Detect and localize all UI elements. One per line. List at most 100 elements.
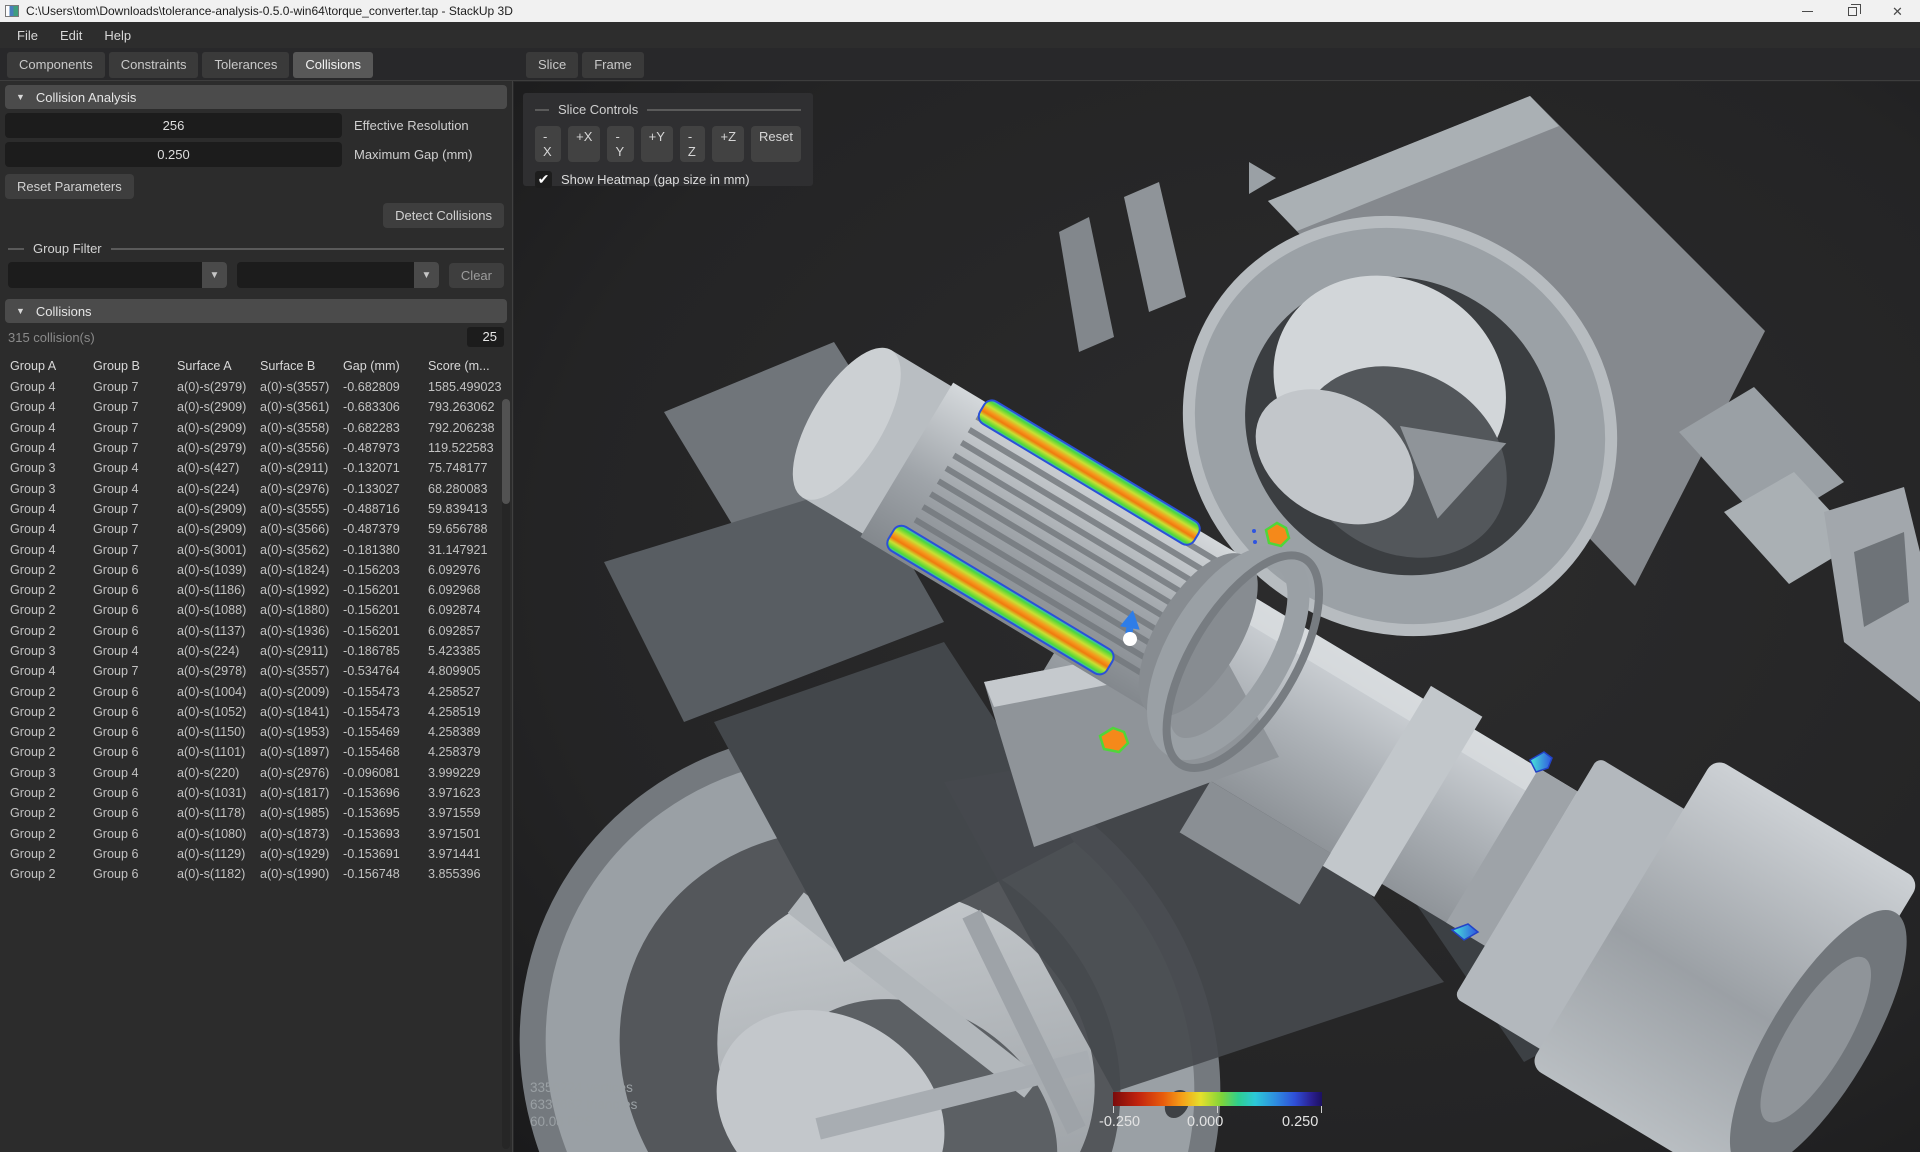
group-filter-combo-a[interactable]: ▼ xyxy=(8,262,227,288)
table-cell: -0.186785 xyxy=(343,644,428,658)
collisions-header[interactable]: ▼ Collisions xyxy=(5,299,507,323)
table-row[interactable]: Group 2Group 6a(0)-s(1039)a(0)-s(1824)-0… xyxy=(0,560,512,580)
tab-frame[interactable]: Frame xyxy=(582,52,644,78)
group-filter-combo-b[interactable]: ▼ xyxy=(237,262,439,288)
collision-analysis-title: Collision Analysis xyxy=(36,90,136,105)
slice-minus-x-button[interactable]: -X xyxy=(535,126,561,162)
table-cell: a(0)-s(3558) xyxy=(260,421,343,435)
table-row[interactable]: Group 4Group 7a(0)-s(2909)a(0)-s(3558)-0… xyxy=(0,418,512,438)
column-header[interactable]: Score (m... xyxy=(428,359,512,373)
table-row[interactable]: Group 2Group 6a(0)-s(1031)a(0)-s(1817)-0… xyxy=(0,783,512,803)
table-cell: 4.258519 xyxy=(428,705,512,719)
table-row[interactable]: Group 4Group 7a(0)-s(2909)a(0)-s(3561)-0… xyxy=(0,397,512,417)
table-cell: 59.656788 xyxy=(428,522,512,536)
table-row[interactable]: Group 2Group 6a(0)-s(1101)a(0)-s(1897)-0… xyxy=(0,742,512,762)
table-cell: 3.971559 xyxy=(428,806,512,820)
table-cell: Group 6 xyxy=(93,827,177,841)
page-size-input[interactable]: 25 xyxy=(467,327,504,347)
slice-plus-x-button[interactable]: +X xyxy=(568,126,600,162)
table-cell: a(0)-s(1178) xyxy=(177,806,260,820)
slice-minus-z-button[interactable]: -Z xyxy=(680,126,706,162)
vertex-count: 3356224 vertices xyxy=(530,1079,637,1096)
table-row[interactable]: Group 2Group 6a(0)-s(1150)a(0)-s(1953)-0… xyxy=(0,722,512,742)
column-header[interactable]: Surface A xyxy=(177,359,260,373)
table-row[interactable]: Group 2Group 6a(0)-s(1080)a(0)-s(1873)-0… xyxy=(0,824,512,844)
table-cell: -0.156201 xyxy=(343,603,428,617)
slice-plus-y-button[interactable]: +Y xyxy=(641,126,673,162)
table-row[interactable]: Group 2Group 6a(0)-s(1129)a(0)-s(1929)-0… xyxy=(0,844,512,864)
table-row[interactable]: Group 4Group 7a(0)-s(2979)a(0)-s(3557)-0… xyxy=(0,377,512,397)
table-row[interactable]: Group 3Group 4a(0)-s(220)a(0)-s(2976)-0.… xyxy=(0,763,512,783)
table-cell: a(0)-s(1129) xyxy=(177,847,260,861)
slice-plus-z-button[interactable]: +Z xyxy=(712,126,744,162)
viewport-canvas[interactable] xyxy=(514,82,1920,1152)
column-header[interactable]: Group B xyxy=(93,359,177,373)
table-cell: a(0)-s(3001) xyxy=(177,543,260,557)
table-row[interactable]: Group 2Group 6a(0)-s(1052)a(0)-s(1841)-0… xyxy=(0,702,512,722)
table-row[interactable]: Group 2Group 6a(0)-s(1182)a(0)-s(1990)-0… xyxy=(0,864,512,884)
table-row[interactable]: Group 4Group 7a(0)-s(3001)a(0)-s(3562)-0… xyxy=(0,539,512,559)
table-cell: Group 7 xyxy=(93,441,177,455)
table-cell: 4.258379 xyxy=(428,745,512,759)
table-cell: Group 7 xyxy=(93,400,177,414)
scrollbar-thumb[interactable] xyxy=(502,399,510,504)
table-cell: 119.522583 xyxy=(428,441,512,455)
table-cell: a(0)-s(1880) xyxy=(260,603,343,617)
max-gap-input[interactable]: 0.250 xyxy=(5,142,342,167)
viewport-3d[interactable]: Slice Controls -X +X -Y +Y -Z +Z Reset ✔… xyxy=(514,82,1920,1152)
tab-collisions[interactable]: Collisions xyxy=(293,52,373,78)
table-cell: Group 4 xyxy=(10,543,93,557)
table-cell: a(0)-s(1080) xyxy=(177,827,260,841)
table-cell: 6.092874 xyxy=(428,603,512,617)
table-cell: -0.156201 xyxy=(343,583,428,597)
combo-a-dropdown-button[interactable]: ▼ xyxy=(202,262,227,288)
maximize-button[interactable] xyxy=(1830,0,1875,22)
tab-components[interactable]: Components xyxy=(7,52,105,78)
tab-tolerances[interactable]: Tolerances xyxy=(202,52,289,78)
column-header[interactable]: Group A xyxy=(10,359,93,373)
combo-b-dropdown-button[interactable]: ▼ xyxy=(414,262,439,288)
collision-analysis-header[interactable]: ▼ Collision Analysis xyxy=(5,85,507,109)
table-row[interactable]: Group 4Group 7a(0)-s(2909)a(0)-s(3566)-0… xyxy=(0,519,512,539)
table-row[interactable]: Group 4Group 7a(0)-s(2979)a(0)-s(3556)-0… xyxy=(0,438,512,458)
table-row[interactable]: Group 2Group 6a(0)-s(1137)a(0)-s(1936)-0… xyxy=(0,621,512,641)
table-cell: 3.971441 xyxy=(428,847,512,861)
table-row[interactable]: Group 4Group 7a(0)-s(2978)a(0)-s(3557)-0… xyxy=(0,661,512,681)
menu-edit[interactable]: Edit xyxy=(49,24,93,47)
table-row[interactable]: Group 3Group 4a(0)-s(427)a(0)-s(2911)-0.… xyxy=(0,458,512,478)
table-cell: a(0)-s(3557) xyxy=(260,664,343,678)
tab-constraints[interactable]: Constraints xyxy=(109,52,199,78)
slice-reset-button[interactable]: Reset xyxy=(751,126,801,162)
minimize-button[interactable] xyxy=(1785,0,1830,22)
table-row[interactable]: Group 2Group 6a(0)-s(1178)a(0)-s(1985)-0… xyxy=(0,803,512,823)
table-row[interactable]: Group 2Group 6a(0)-s(1186)a(0)-s(1992)-0… xyxy=(0,580,512,600)
table-cell: -0.156748 xyxy=(343,867,428,881)
heatmap-colorbar: -0.250 0.000 0.250 xyxy=(1099,1092,1322,1131)
table-row[interactable]: Group 2Group 6a(0)-s(1088)a(0)-s(1880)-0… xyxy=(0,600,512,620)
heatmap-checkbox-label: Show Heatmap (gap size in mm) xyxy=(561,172,750,187)
menu-file[interactable]: File xyxy=(6,24,49,47)
column-header[interactable]: Gap (mm) xyxy=(343,359,428,373)
resolution-input[interactable]: 256 xyxy=(5,113,342,138)
table-row[interactable]: Group 3Group 4a(0)-s(224)a(0)-s(2911)-0.… xyxy=(0,641,512,661)
slice-minus-y-button[interactable]: -Y xyxy=(607,126,633,162)
collision-panel: ▼ Collision Analysis 256 Effective Resol… xyxy=(0,81,513,1152)
table-cell: a(0)-s(224) xyxy=(177,482,260,496)
menu-help[interactable]: Help xyxy=(93,24,142,47)
heatmap-checkbox[interactable]: ✔ xyxy=(535,171,552,188)
table-row[interactable]: Group 2Group 6a(0)-s(1004)a(0)-s(2009)-0… xyxy=(0,681,512,701)
checkmark-icon: ✔ xyxy=(538,171,550,187)
table-cell: -0.155469 xyxy=(343,725,428,739)
table-row[interactable]: Group 3Group 4a(0)-s(224)a(0)-s(2976)-0.… xyxy=(0,478,512,498)
clear-filter-button[interactable]: Clear xyxy=(449,263,504,288)
table-cell: Group 3 xyxy=(10,461,93,475)
close-button[interactable]: ✕ xyxy=(1875,0,1920,22)
table-cell: a(0)-s(2911) xyxy=(260,644,343,658)
table-row[interactable]: Group 4Group 7a(0)-s(2909)a(0)-s(3555)-0… xyxy=(0,499,512,519)
reset-parameters-button[interactable]: Reset Parameters xyxy=(5,174,134,199)
table-scrollbar[interactable] xyxy=(502,399,510,1149)
column-header[interactable]: Surface B xyxy=(260,359,343,373)
detect-collisions-button[interactable]: Detect Collisions xyxy=(383,203,504,228)
tab-slice[interactable]: Slice xyxy=(526,52,578,78)
table-cell: a(0)-s(3562) xyxy=(260,543,343,557)
